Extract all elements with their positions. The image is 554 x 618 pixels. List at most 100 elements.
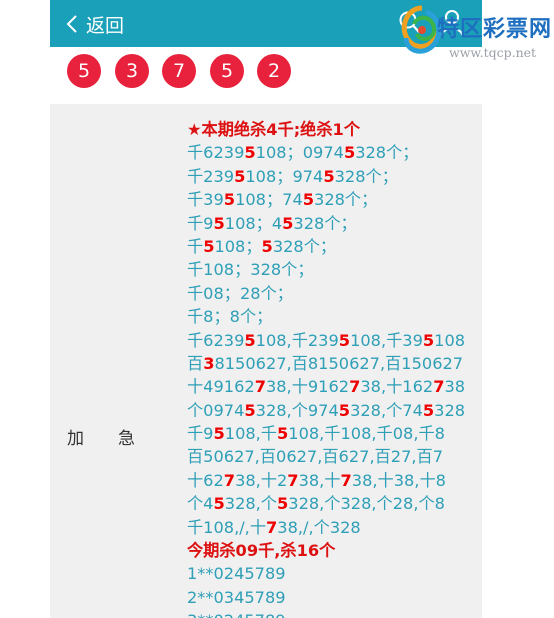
line-text: 8150627,百8150627,百150627: [214, 353, 464, 373]
line-text: 千08；28个；: [187, 283, 293, 303]
line-text: 38,十9162: [265, 377, 350, 397]
line-text: 千239: [187, 166, 235, 186]
highlight-digit: 5: [203, 236, 215, 256]
prediction-line: 个09745328,个9745328,个745328: [187, 399, 477, 422]
prediction-line: 千62395108,千2395108,千395108: [187, 329, 477, 352]
prediction-line: 千62395108；09745328个；: [187, 141, 477, 164]
line-text: 328,个74: [350, 400, 423, 420]
highlight-digit: 5: [422, 330, 435, 350]
highlight-digit: 5: [422, 400, 435, 420]
highlight-digit: 5: [282, 213, 294, 233]
line-text: 个0974: [187, 400, 245, 420]
highlight-digit: 5: [261, 236, 273, 256]
prediction-lines: ★本期绝杀4千;绝杀1个 千62395108；09745328个； 千2395108…: [187, 118, 477, 618]
prediction-line: 3**0245789: [187, 609, 477, 618]
highlight-digit: 7: [287, 470, 299, 490]
line-text: 108,千239: [255, 330, 339, 350]
line-text: 108,千39: [350, 330, 423, 350]
line-text: 328个；: [272, 236, 337, 256]
row-label: 加急: [67, 424, 135, 449]
line-text: 千39: [187, 190, 224, 210]
line-text: 328个；: [314, 190, 378, 210]
row-label-char: 急: [118, 429, 135, 449]
line-text: 百50627,百0627,百627,百27,百7: [187, 447, 444, 467]
line-text: 38,/,个328: [277, 517, 361, 537]
prediction-line: 千5108；5328个；: [187, 235, 477, 258]
line-text: 百: [187, 353, 204, 373]
line-text: 108；0974: [255, 143, 344, 163]
line-text: 328个；: [334, 166, 398, 186]
line-text: 千108；328个；: [187, 260, 314, 280]
line-text: 千: [187, 236, 204, 256]
highlight-digit: 5: [244, 330, 256, 350]
result-ball: 7: [162, 54, 196, 88]
line-text: 38,十162: [360, 377, 434, 397]
prediction-line: 十49162738,十9162738,十162738: [187, 375, 477, 398]
line-text: 千8；8个；: [187, 307, 273, 327]
line-text: 千6239: [187, 143, 245, 163]
line-text: 十49162: [187, 377, 255, 397]
back-button[interactable]: 返回: [66, 9, 124, 39]
line-text: 108,千108,千08,千8: [288, 424, 445, 444]
prediction-line: 千95108,千5108,千108,千08,千8: [187, 422, 477, 445]
line-text: 108；974: [245, 166, 324, 186]
line-text: 108；74: [235, 190, 303, 210]
highlight-digit: 5: [343, 143, 356, 163]
highlight-digit: 7: [433, 377, 445, 397]
line-text: 328,个974: [255, 400, 339, 420]
line-text: 38,十: [298, 470, 341, 490]
line-text: 千108,/,十: [187, 517, 267, 537]
site-logo: 特区彩票网 www.tqcp.net: [400, 4, 552, 66]
line-text: 328: [434, 400, 466, 420]
section-header: ★本期绝杀4千;绝杀1个: [187, 118, 477, 141]
highlight-digit: 5: [277, 424, 289, 444]
highlight-digit: 7: [349, 377, 361, 397]
prediction-line: 千395108；745328个；: [187, 188, 477, 211]
highlight-digit: 5: [277, 494, 289, 514]
highlight-digit: 5: [338, 400, 351, 420]
line-text: 108: [434, 330, 466, 350]
line-text: 108；: [214, 236, 262, 256]
prediction-line: 百50627,百0627,百627,百27,百7: [187, 445, 477, 468]
line-text: 38,十2: [235, 470, 288, 490]
prediction-line: 千2395108；9745328个；: [187, 165, 477, 188]
prediction-line: 千108；328个；: [187, 258, 477, 281]
line-text: 千9: [187, 213, 214, 233]
highlight-digit: 5: [244, 143, 256, 163]
highlight-digit: 5: [323, 166, 335, 186]
line-text: 个4: [187, 494, 214, 514]
line-text: 38,十38,十8: [351, 470, 446, 490]
line-text: 2**0345789: [187, 587, 286, 607]
line-text: 108,千: [224, 424, 277, 444]
highlight-digit: 3: [203, 353, 215, 373]
line-text: 1**0245789: [187, 564, 286, 584]
row-label-char: 加: [67, 429, 84, 449]
highlight-digit: 7: [254, 377, 266, 397]
back-label: 返回: [86, 14, 125, 37]
prediction-line: 千8；8个；: [187, 305, 477, 328]
highlight-digit: 5: [213, 424, 225, 444]
highlight-digit: 7: [266, 517, 278, 537]
highlight-digit: 7: [223, 470, 236, 490]
line-text: 今期杀09千,杀16个: [187, 541, 336, 561]
line-text: 328个；: [293, 213, 357, 233]
highlight-digit: 5: [234, 166, 246, 186]
result-ball: 3: [115, 54, 149, 88]
result-ball: 5: [67, 54, 101, 88]
logo-url: www.tqcp.net: [449, 45, 537, 60]
line-text: 328个；: [355, 143, 419, 163]
prediction-line: 个45328,个5328,个328,个28,个8: [187, 492, 477, 515]
prediction-line: 千108,/,十738,/,个328: [187, 516, 477, 539]
line-text: 十62: [187, 470, 224, 490]
result-ball: 2: [257, 54, 291, 88]
highlight-digit: 5: [223, 190, 236, 210]
prediction-line: 千08；28个；: [187, 282, 477, 305]
logo-title: 特区彩票网: [437, 17, 553, 42]
line-text: 3**0245789: [187, 611, 286, 618]
prediction-line: 十62738,十2738,十738,十38,十8: [187, 469, 477, 492]
highlight-digit: 5: [213, 494, 225, 514]
highlight-digit: 5: [213, 213, 225, 233]
line-text: 328,个: [224, 494, 277, 514]
line-text: 328,个328,个28,个8: [288, 494, 445, 514]
chevron-left-icon: [66, 15, 77, 33]
